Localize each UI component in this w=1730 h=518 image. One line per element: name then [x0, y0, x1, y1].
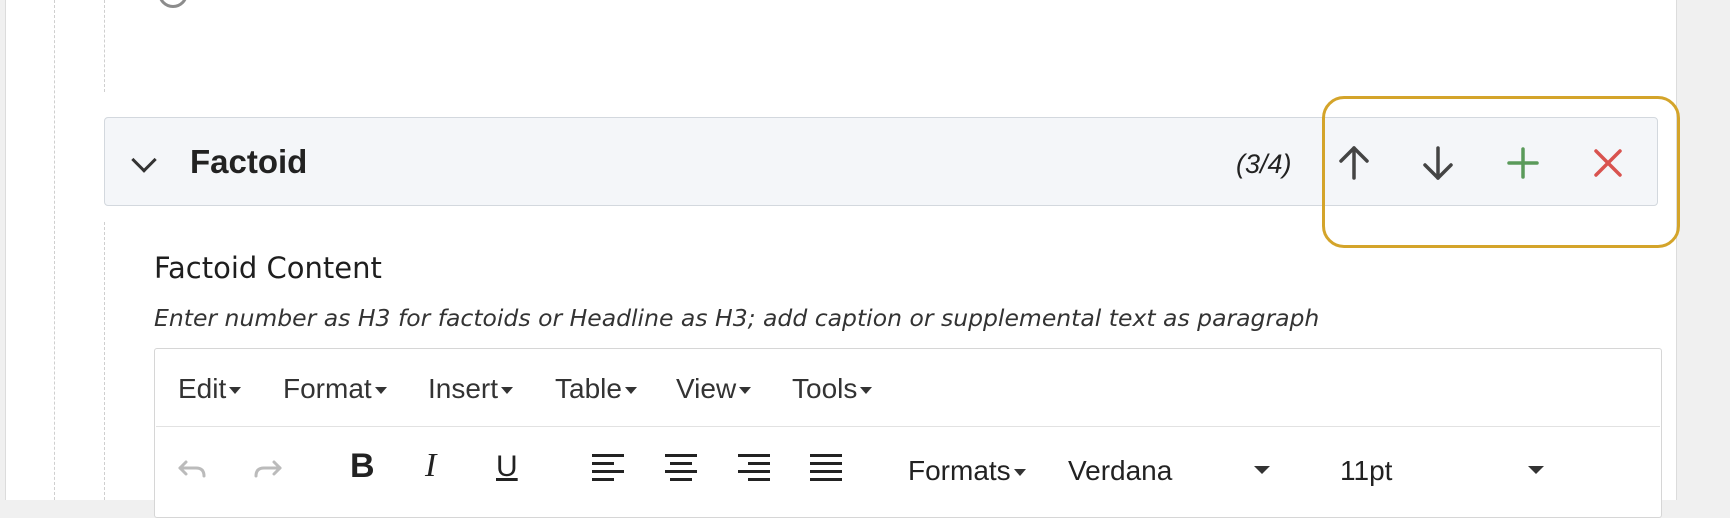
redo-icon — [254, 460, 282, 478]
menu-format[interactable]: Format — [283, 371, 387, 407]
font-size-select[interactable]: 11pt — [1340, 453, 1392, 489]
italic-button[interactable]: I — [425, 448, 436, 484]
undo-icon — [178, 460, 206, 478]
caret-down-icon — [501, 387, 514, 395]
align-justify-icon — [810, 454, 842, 481]
caret-down-icon — [1013, 469, 1026, 477]
field-label: Factoid Content — [154, 251, 382, 285]
caret-down-icon — [860, 387, 873, 395]
font-family-select[interactable]: Verdana — [1068, 453, 1172, 489]
move-up-button[interactable] — [1329, 138, 1379, 188]
nesting-guide-outer — [54, 0, 55, 500]
undo-button[interactable] — [172, 448, 212, 488]
align-right-icon — [738, 454, 770, 481]
bold-button[interactable]: B — [350, 448, 375, 484]
caret-down-icon — [1254, 466, 1270, 474]
menu-insert[interactable]: Insert — [428, 371, 514, 407]
remove-button[interactable] — [1583, 138, 1633, 188]
align-center-icon — [665, 454, 697, 481]
arrow-up-icon — [1339, 146, 1369, 180]
section-title: Factoid — [190, 143, 308, 180]
underline-button[interactable]: U — [496, 449, 518, 485]
align-left-button[interactable] — [588, 448, 628, 488]
nesting-guide-inner — [104, 0, 105, 92]
menu-view[interactable]: View — [676, 371, 752, 407]
menu-edit[interactable]: Edit — [178, 371, 242, 407]
section-counter: (3/4) — [1236, 149, 1292, 179]
menu-tools[interactable]: Tools — [792, 371, 873, 407]
menu-table[interactable]: Table — [555, 371, 637, 407]
caret-down-icon — [1528, 466, 1544, 474]
plus-icon — [1507, 147, 1539, 179]
close-icon — [1594, 149, 1622, 177]
redo-button[interactable] — [248, 448, 288, 488]
field-help-text: Enter number as H3 for factoids or Headl… — [154, 304, 1320, 332]
caret-down-icon — [739, 387, 752, 395]
caret-down-icon — [624, 387, 637, 395]
caret-down-icon — [374, 387, 387, 395]
add-button[interactable] — [1498, 138, 1548, 188]
formats-dropdown[interactable]: Formats — [908, 453, 1026, 489]
align-right-button[interactable] — [734, 448, 774, 488]
align-left-icon — [592, 454, 624, 481]
align-justify-button[interactable] — [806, 448, 846, 488]
caret-down-icon — [229, 387, 242, 395]
align-center-button[interactable] — [661, 448, 701, 488]
arrow-down-icon — [1423, 146, 1453, 180]
move-down-button[interactable] — [1413, 138, 1463, 188]
nesting-guide-inner — [104, 222, 105, 500]
